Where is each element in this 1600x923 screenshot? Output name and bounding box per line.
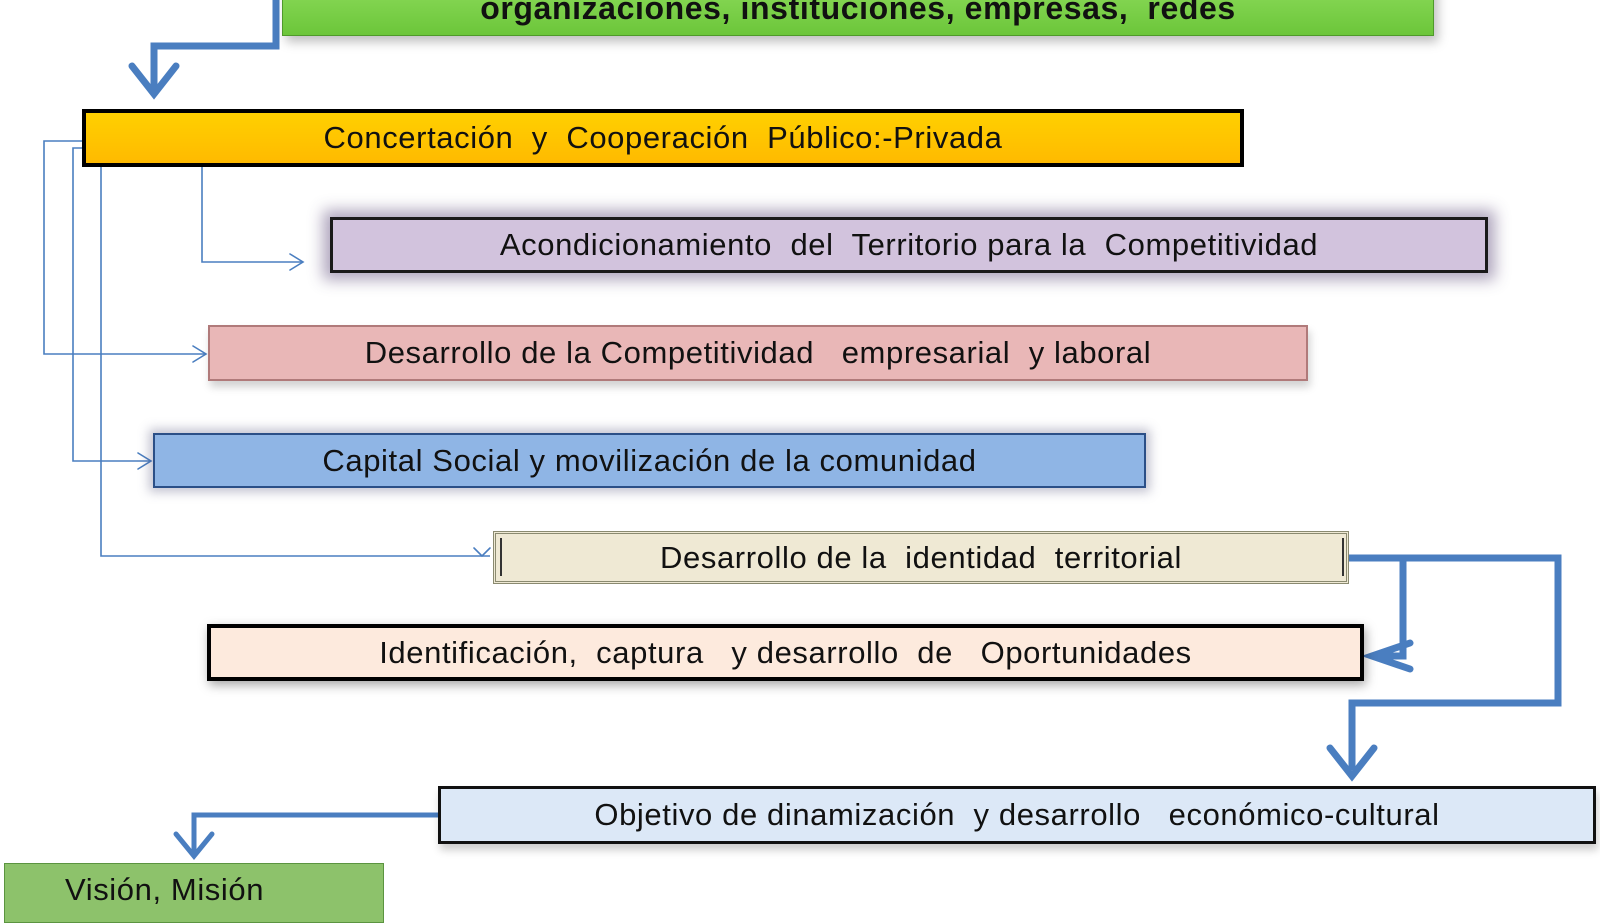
- node-oportunidades: Identificación, captura y desarrollo de …: [207, 624, 1364, 681]
- identidad-right-bar: [1342, 538, 1344, 576]
- edge-objetivo-to-vision: [191, 812, 438, 852]
- edge-concertacion-to-identidad-arrowhead: [473, 547, 491, 558]
- node-identidad: Desarrollo de la identidad territorial: [493, 531, 1349, 584]
- node-organizaciones: organizaciones, instituciones, empresas,…: [282, 0, 1434, 36]
- identidad-left-bar: [500, 538, 502, 576]
- flow-diagram: organizaciones, instituciones, empresas,…: [0, 0, 1600, 923]
- edge-identidad-to-objetivo: [1348, 554, 1562, 770]
- node-competitividad: Desarrollo de la Competitividad empresar…: [208, 325, 1308, 381]
- node-vision-mision: Visión, Misión: [4, 863, 384, 923]
- edge-organizaciones-to-concertacion: [150, 0, 280, 92]
- node-capital-social: Capital Social y movilización de la comu…: [153, 433, 1146, 488]
- node-concertacion: Concertación y Cooperación Público:-Priv…: [82, 109, 1244, 167]
- edge-concertacion-to-competitividad: [43, 140, 206, 355]
- node-acondicionamiento: Acondicionamiento del Territorio para la…: [330, 217, 1488, 273]
- node-objetivo: Objetivo de dinamización y desarrollo ec…: [438, 786, 1596, 844]
- edge-concertacion-to-capital-social: [72, 147, 151, 462]
- edge-concertacion-to-acondicionamiento: [201, 167, 303, 263]
